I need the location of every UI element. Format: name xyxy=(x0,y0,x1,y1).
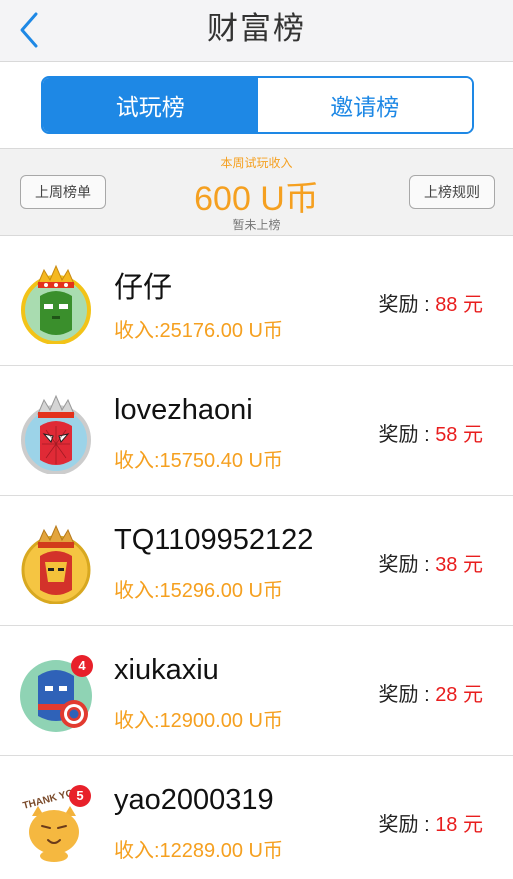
tab-invite-ranking[interactable]: 邀请榜 xyxy=(257,78,472,132)
spiderman-crown-avatar xyxy=(21,394,91,474)
hulk-crown-avatar xyxy=(21,264,91,344)
reward-info: 奖励 : 18 元 xyxy=(379,808,484,837)
user-name: 仔仔 xyxy=(114,272,173,304)
captain-america-avatar: 4 xyxy=(20,655,93,732)
tab-group: 试玩榜 邀请榜 xyxy=(41,76,474,134)
header-bar: 财富榜 xyxy=(0,0,513,62)
rank-badge: 5 xyxy=(76,788,83,803)
thank-you-cat-avatar: THANK YOU 5 xyxy=(22,785,91,862)
reward-label: 奖励 xyxy=(378,294,419,316)
reward-separator: : xyxy=(424,294,430,316)
reward-separator: : xyxy=(424,424,430,446)
list-item[interactable]: 4 xiukaxiu 收入:12900.00 U币 奖励 : 28 元 xyxy=(0,626,513,756)
reward-value: 58 元 xyxy=(435,424,483,446)
page-title: 财富榜 xyxy=(207,11,306,46)
user-income: 收入:25176.00 U币 xyxy=(114,320,283,342)
user-name: lovezhaoni xyxy=(114,394,253,426)
reward-label: 奖励 xyxy=(378,554,419,576)
reward-separator: : xyxy=(424,814,430,836)
reward-separator: : xyxy=(424,554,430,576)
ranking-rules-button[interactable]: 上榜规则 xyxy=(409,175,495,209)
list-item[interactable]: TQ1109952122 收入:15296.00 U币 奖励 : 38 元 xyxy=(0,496,513,626)
user-income: 收入:12289.00 U币 xyxy=(114,840,283,862)
reward-value: 88 元 xyxy=(435,294,483,316)
ranking-status: 暂未上榜 xyxy=(232,218,281,232)
user-name: yao2000319 xyxy=(114,784,274,816)
user-income: 收入:15750.40 U币 xyxy=(114,450,283,472)
reward-info: 奖励 : 28 元 xyxy=(379,678,484,707)
reward-info: 奖励 : 38 元 xyxy=(379,548,484,577)
reward-info: 奖励 : 88 元 xyxy=(379,288,484,317)
reward-separator: : xyxy=(424,684,430,706)
tab-bar: 试玩榜 邀请榜 xyxy=(0,62,513,148)
weekly-income-label: 本周试玩收入 xyxy=(220,156,293,170)
reward-label: 奖励 xyxy=(378,424,419,446)
list-item[interactable]: THANK YOU 5 yao2000319 收入:12289.00 U币 奖励… xyxy=(0,756,513,879)
list-item[interactable]: 仔仔 收入:25176.00 U币 奖励 : 88 元 xyxy=(0,236,513,366)
user-name: xiukaxiu xyxy=(114,654,219,686)
reward-value: 38 元 xyxy=(435,554,483,576)
list-item[interactable]: lovezhaoni 收入:15750.40 U币 奖励 : 58 元 xyxy=(0,366,513,496)
reward-value: 28 元 xyxy=(435,684,483,706)
user-name: TQ1109952122 xyxy=(114,524,314,556)
user-income: 收入:15296.00 U币 xyxy=(114,580,283,602)
reward-label: 奖励 xyxy=(378,814,419,836)
reward-label: 奖励 xyxy=(378,684,419,706)
tab-trial-ranking[interactable]: 试玩榜 xyxy=(43,78,258,132)
reward-info: 奖励 : 58 元 xyxy=(379,418,484,447)
ironman-crown-avatar xyxy=(21,524,91,604)
rank-badge: 4 xyxy=(78,658,86,673)
ranking-list: 仔仔 收入:25176.00 U币 奖励 : 88 元 lovezhaoni 收… xyxy=(0,236,513,879)
weekly-summary: 上周榜单 本周试玩收入 600 U币 暂未上榜 上榜规则 xyxy=(0,148,513,236)
reward-value: 18 元 xyxy=(435,814,483,836)
user-income: 收入:12900.00 U币 xyxy=(114,710,283,732)
